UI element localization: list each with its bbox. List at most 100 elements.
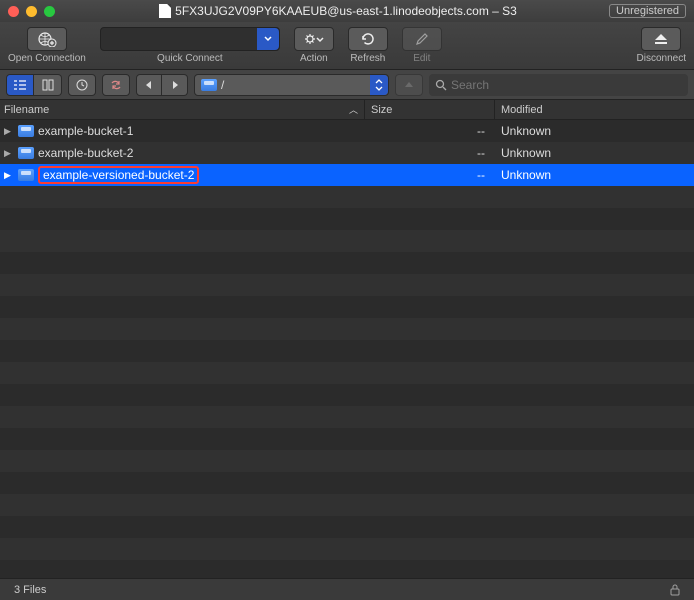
- disclosure-triangle-icon[interactable]: ▶: [4, 148, 14, 159]
- triangle-left-icon: [144, 80, 154, 90]
- column-size-label: Size: [371, 104, 392, 116]
- status-bar: 3 Files: [0, 578, 694, 600]
- column-view-icon: [42, 79, 54, 91]
- bucket-icon: [18, 147, 34, 159]
- edit-button[interactable]: [402, 27, 442, 51]
- minimize-window-button[interactable]: [26, 6, 37, 17]
- disclosure-triangle-icon[interactable]: ▶: [4, 170, 14, 181]
- path-text: /: [221, 78, 224, 92]
- list-header: Filename ︿ Size Modified: [0, 100, 694, 120]
- quick-connect-dropdown[interactable]: [257, 28, 279, 50]
- table-row[interactable]: [0, 318, 694, 340]
- toolbar: Open Connection Quick Connect Action: [0, 22, 694, 70]
- disconnect-tool: Disconnect: [637, 27, 686, 64]
- close-window-button[interactable]: [8, 6, 19, 17]
- table-row[interactable]: [0, 296, 694, 318]
- edit-tool: Edit: [402, 27, 442, 64]
- unregistered-badge: Unregistered: [609, 4, 686, 18]
- window-title-text: 5FX3UJG2V09PY6KAAEUB@us-east-1.linodeobj…: [175, 4, 517, 18]
- quick-connect-label: Quick Connect: [157, 53, 223, 64]
- action-button[interactable]: [294, 27, 334, 51]
- refresh-icon: [360, 31, 376, 47]
- column-modified[interactable]: Modified: [495, 100, 694, 119]
- column-filename[interactable]: Filename ︿: [0, 100, 365, 119]
- action-label: Action: [300, 53, 328, 64]
- title-bar: 5FX3UJG2V09PY6KAAEUB@us-east-1.linodeobj…: [0, 0, 694, 22]
- disclosure-triangle-icon[interactable]: ▶: [4, 126, 14, 137]
- path-bar: /: [0, 70, 694, 100]
- file-list[interactable]: ▶example-bucket-1--Unknown▶example-bucke…: [0, 120, 694, 578]
- search-field[interactable]: [429, 74, 688, 96]
- table-row[interactable]: [0, 560, 694, 578]
- table-row[interactable]: [0, 538, 694, 560]
- search-icon: [435, 79, 447, 91]
- table-row[interactable]: [0, 494, 694, 516]
- zoom-window-button[interactable]: [44, 6, 55, 17]
- row-filename: example-bucket-1: [38, 124, 133, 138]
- table-row[interactable]: [0, 186, 694, 208]
- row-modified: Unknown: [495, 146, 694, 160]
- path-dropdown[interactable]: [370, 75, 388, 95]
- table-row[interactable]: [0, 472, 694, 494]
- nav-forward-button[interactable]: [162, 74, 188, 96]
- refresh-label: Refresh: [350, 53, 385, 64]
- nav-group: [136, 74, 188, 96]
- row-size: --: [365, 124, 495, 138]
- view-columns-button[interactable]: [34, 74, 62, 96]
- table-row[interactable]: [0, 384, 694, 406]
- drive-icon: [201, 79, 217, 91]
- pencil-icon: [414, 31, 430, 47]
- history-button[interactable]: [68, 74, 96, 96]
- table-row[interactable]: ▶example-bucket-1--Unknown: [0, 120, 694, 142]
- table-row[interactable]: ▶example-versioned-bucket-2--Unknown: [0, 164, 694, 186]
- window-controls: [8, 6, 55, 17]
- table-row[interactable]: [0, 428, 694, 450]
- refresh-button[interactable]: [348, 27, 388, 51]
- table-row[interactable]: [0, 274, 694, 296]
- row-size: --: [365, 168, 495, 182]
- sort-ascending-icon: ︿: [349, 103, 358, 116]
- search-input[interactable]: [451, 78, 682, 92]
- table-row[interactable]: [0, 252, 694, 274]
- globe-plus-icon: [37, 31, 57, 47]
- gear-dropdown-icon: [302, 32, 326, 46]
- transfers-button[interactable]: [102, 74, 130, 96]
- table-row[interactable]: [0, 516, 694, 538]
- eject-icon: [652, 32, 670, 46]
- table-row[interactable]: [0, 208, 694, 230]
- view-list-button[interactable]: [6, 74, 34, 96]
- document-icon: [159, 4, 171, 18]
- chevron-down-icon: [263, 34, 273, 44]
- bucket-icon: [18, 169, 34, 181]
- row-size: --: [365, 146, 495, 160]
- open-connection-button[interactable]: [27, 27, 67, 51]
- nav-back-button[interactable]: [136, 74, 162, 96]
- edit-label: Edit: [413, 53, 430, 64]
- table-row[interactable]: ▶ example-bucket-2 --Unknown: [0, 142, 694, 164]
- path-combo[interactable]: /: [194, 74, 389, 96]
- row-modified: Unknown: [495, 168, 694, 182]
- triangle-right-icon: [170, 80, 180, 90]
- table-row[interactable]: [0, 362, 694, 384]
- view-mode-group: [6, 74, 62, 96]
- row-filename: example-bucket-2: [38, 146, 133, 160]
- bucket-icon: [18, 125, 34, 137]
- quick-connect-combo[interactable]: [100, 27, 280, 51]
- sync-icon: [109, 79, 123, 91]
- column-size[interactable]: Size: [365, 100, 495, 119]
- disconnect-button[interactable]: [641, 27, 681, 51]
- table-row[interactable]: [0, 230, 694, 252]
- disconnect-label: Disconnect: [637, 53, 686, 64]
- table-row[interactable]: [0, 406, 694, 428]
- triangle-up-icon: [404, 80, 414, 90]
- quick-connect-tool: Quick Connect: [100, 27, 280, 64]
- table-row[interactable]: [0, 450, 694, 472]
- window-title: 5FX3UJG2V09PY6KAAEUB@us-east-1.linodeobj…: [67, 4, 609, 18]
- refresh-tool: Refresh: [348, 27, 388, 64]
- open-connection-label: Open Connection: [8, 53, 86, 64]
- open-connection-tool: Open Connection: [8, 27, 86, 64]
- lock-icon: [670, 584, 680, 596]
- stepper-icon: [375, 79, 383, 91]
- table-row[interactable]: [0, 340, 694, 362]
- up-folder-button[interactable]: [395, 74, 423, 96]
